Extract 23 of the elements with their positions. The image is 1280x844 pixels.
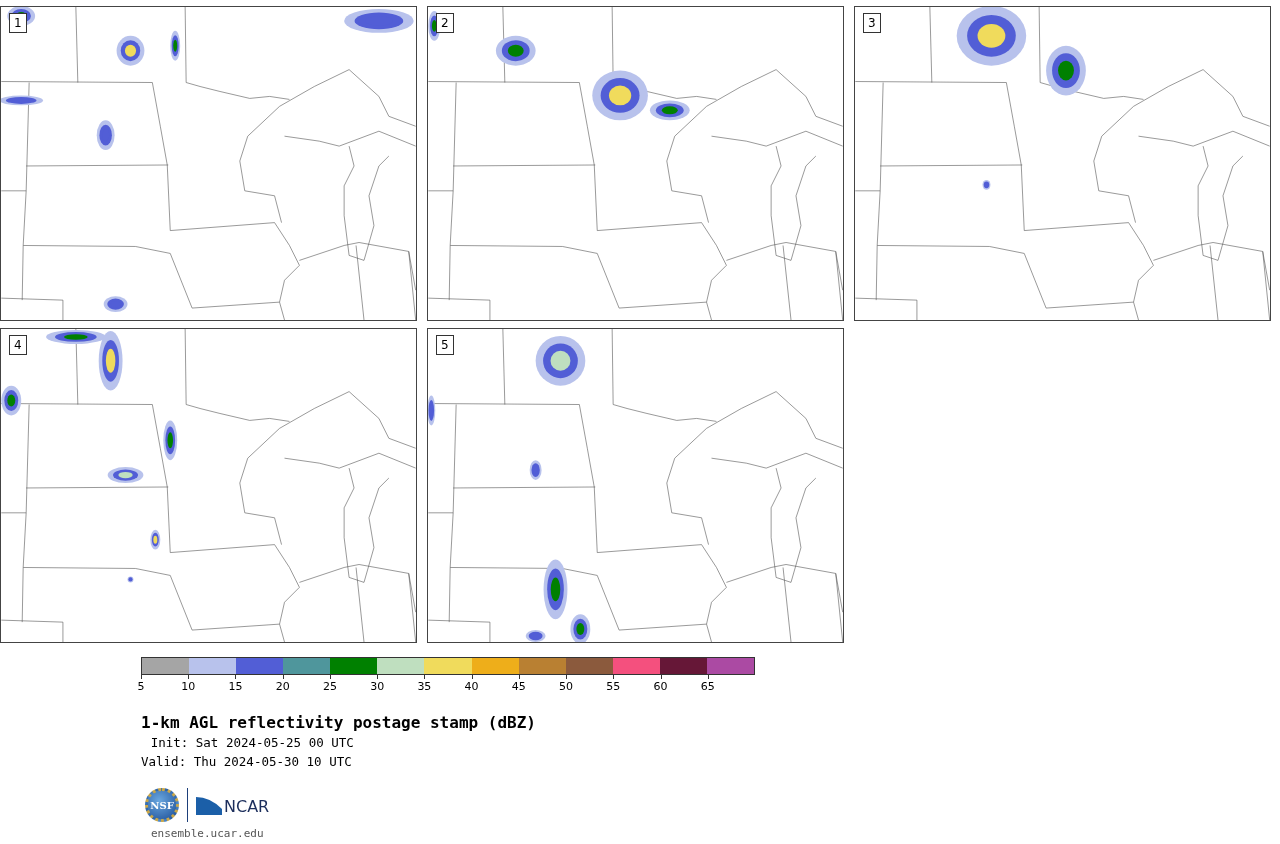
- valid-time: Valid: Thu 2024-05-30 10 UTC: [141, 754, 352, 769]
- plot-title: 1-km AGL reflectivity postage stamp (dBZ): [141, 713, 536, 732]
- tick-label: 40: [464, 680, 479, 693]
- panel-number: 3: [863, 13, 881, 33]
- tick-label: 15: [228, 680, 243, 693]
- tick-label: 50: [559, 680, 574, 693]
- nsf-logo: NSF: [145, 788, 179, 822]
- tick-label: 25: [322, 680, 337, 693]
- tick-label: 20: [275, 680, 290, 693]
- tick-label: 5: [137, 680, 145, 693]
- ncar-logo: NCAR: [224, 799, 270, 815]
- tick-label: 65: [700, 680, 715, 693]
- init-time: Init: Sat 2024-05-25 00 UTC: [150, 735, 354, 750]
- panel-number: 4: [9, 335, 27, 355]
- tick-label: 30: [370, 680, 385, 693]
- panel-number: 5: [436, 335, 454, 355]
- tick-label: 45: [511, 680, 526, 693]
- tick-label: 55: [606, 680, 621, 693]
- tick-label: 35: [417, 680, 432, 693]
- tick-label: 60: [653, 680, 668, 693]
- website-url: ensemble.ucar.edu: [151, 827, 264, 840]
- tick-label: 10: [181, 680, 196, 693]
- panel-number: 2: [436, 13, 454, 33]
